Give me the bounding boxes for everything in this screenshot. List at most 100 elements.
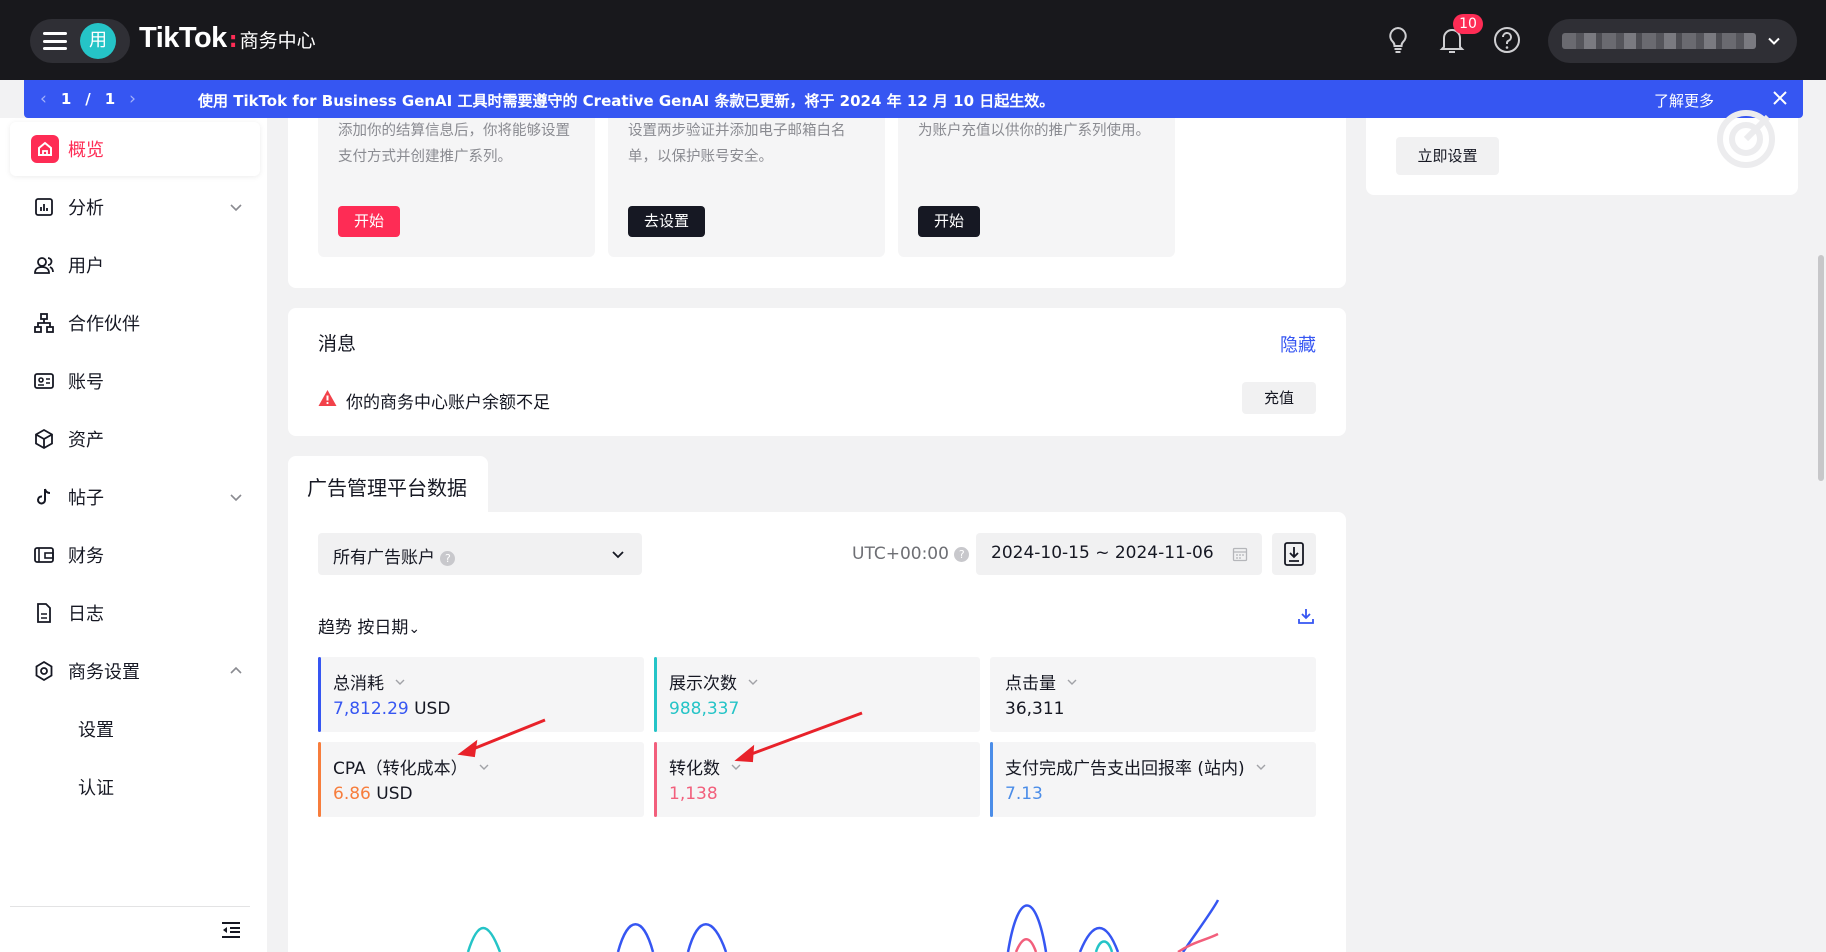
cube-icon: [35, 428, 53, 450]
sidebar-item-partners[interactable]: 合作伙伴: [10, 296, 260, 350]
date-range-picker[interactable]: 2024-10-15 ~ 2024-11-06: [976, 533, 1262, 575]
setup-item-topup: 为账户充值以供你的推广系列使用。 开始: [898, 118, 1175, 257]
sidebar-item-label: 合作伙伴: [68, 314, 140, 335]
setup-description: 添加你的结算信息后，你将能够设置支付方式并创建推广系列。: [338, 123, 570, 165]
export-icon: [1284, 542, 1304, 566]
metric-name-text: 展示次数: [669, 674, 737, 694]
banner-next-button[interactable]: ›: [129, 89, 136, 109]
metric-clicks[interactable]: 点击量 36,311: [990, 657, 1316, 732]
metric-roas[interactable]: 支付完成广告支出回报率 (站内) 7.13: [990, 742, 1316, 817]
collapse-sidebar-icon[interactable]: [219, 918, 243, 942]
notification-badge: 10: [1453, 14, 1483, 34]
brand-logo[interactable]: TikTok : 商务中心: [139, 22, 316, 55]
chevron-up-icon: [230, 666, 242, 674]
sidebar-subitem-label: 设置: [78, 720, 114, 741]
sidebar-subitem-settings[interactable]: 设置: [10, 702, 260, 756]
brand-name: TikTok: [139, 22, 227, 54]
banner-message: 使用 TikTok for Business GenAI 工具时需要遵守的 Cr…: [198, 92, 1055, 110]
metric-conversions[interactable]: 转化数 1,138: [654, 742, 980, 817]
partners-icon: [34, 313, 54, 333]
chart-series-spend-3: [1181, 899, 1220, 952]
setup-now-button[interactable]: 立即设置: [1396, 137, 1499, 175]
document-icon: [37, 603, 51, 623]
metric-name: 转化数: [669, 754, 742, 779]
sidebar-item-users[interactable]: 用户: [10, 238, 260, 292]
scrollbar-thumb[interactable]: [1818, 255, 1824, 481]
sidebar-item-label: 帖子: [68, 488, 104, 509]
metric-number: 988,337: [669, 699, 740, 719]
metric-color-bar: [654, 657, 657, 732]
chevron-down-icon[interactable]: [394, 676, 406, 688]
setup-card: 添加你的结算信息后，你将能够设置支付方式并创建推广系列。 开始 设置两步验证并添…: [288, 118, 1346, 288]
chart-series-conversions: [1014, 938, 1038, 952]
avatar[interactable]: 用: [80, 23, 116, 59]
chart-series-conversions-2: [1177, 932, 1219, 952]
go-setup-button[interactable]: 去设置: [628, 206, 706, 237]
low-balance-warning: 你的商务中心账户余额不足: [346, 393, 550, 413]
setup-item-billing: 添加你的结算信息后，你将能够设置支付方式并创建推广系列。 开始: [318, 118, 595, 257]
sidebar-item-overview[interactable]: 概览: [10, 122, 260, 176]
account-switcher[interactable]: [1548, 19, 1797, 63]
banner-pager: ‹ 1 / 1 ›: [40, 89, 136, 109]
help-icon[interactable]: [1490, 23, 1524, 57]
lightbulb-icon[interactable]: [1381, 23, 1415, 57]
top-bar: 用 TikTok : 商务中心 10: [0, 0, 1826, 80]
calendar-icon: [1232, 547, 1248, 562]
metric-name-text: CPA（转化成本）: [333, 759, 468, 779]
tiktok-icon: [37, 488, 51, 505]
metric-number: 7.13: [1005, 784, 1043, 804]
chevron-down-icon: [230, 494, 242, 502]
metric-color-bar: [318, 742, 321, 817]
sidebar-item-assets[interactable]: 资产: [10, 412, 260, 466]
ad-account-select[interactable]: 所有广告账户 ?: [318, 533, 642, 575]
metric-total-spend[interactable]: 总消耗 7,812.29 USD: [318, 657, 644, 732]
start-billing-button[interactable]: 开始: [338, 206, 401, 237]
metric-value: 7,812.29 USD: [333, 699, 450, 719]
hide-messages-link[interactable]: 隐藏: [1280, 331, 1316, 357]
chevron-down-icon[interactable]: [1255, 761, 1267, 773]
scrollbar-track[interactable]: [1816, 118, 1826, 952]
warning-icon: [318, 390, 337, 406]
home-icon: [31, 135, 59, 163]
start-topup-button[interactable]: 开始: [918, 206, 981, 237]
announcement-banner: ‹ 1 / 1 › 使用 TikTok for Business GenAI 工…: [24, 80, 1803, 118]
trend-label: 趋势 按日期: [318, 618, 409, 638]
metric-cpa[interactable]: CPA（转化成本） 6.86 USD: [318, 742, 644, 817]
sidebar-item-label: 分析: [68, 198, 104, 219]
download-icon[interactable]: [1296, 606, 1316, 626]
chevron-down-icon[interactable]: [730, 761, 742, 773]
metric-number: 6.86: [333, 784, 371, 804]
sidebar-item-finance[interactable]: 财务: [10, 528, 260, 582]
sidebar-item-label: 用户: [68, 256, 104, 277]
menu-pill[interactable]: 用: [30, 19, 130, 63]
sidebar-subitem-label: 认证: [78, 778, 114, 799]
date-range-value: 2024-10-15 ~ 2024-11-06: [991, 543, 1214, 563]
metric-unit: USD: [376, 784, 413, 804]
chevron-down-icon[interactable]: [478, 761, 490, 773]
sidebar-item-accounts[interactable]: 账号: [10, 354, 260, 408]
sidebar-item-business-settings[interactable]: 商务设置: [10, 644, 260, 698]
learn-more-link[interactable]: 了解更多: [1654, 90, 1714, 111]
chevron-down-icon: [612, 551, 624, 559]
sidebar-item-posts[interactable]: 帖子: [10, 470, 260, 524]
metric-name-text: 转化数: [669, 759, 720, 779]
sidebar-item-analytics[interactable]: 分析: [10, 180, 260, 234]
help-icon[interactable]: ?: [440, 551, 456, 566]
topup-button[interactable]: 充值: [1242, 382, 1316, 414]
sidebar-item-logs[interactable]: 日志: [10, 586, 260, 640]
metric-name-text: 总消耗: [333, 674, 384, 694]
trend-by-date-dropdown[interactable]: 趋势 按日期⌄: [318, 613, 420, 638]
metric-impressions[interactable]: 展示次数 988,337: [654, 657, 980, 732]
account-name-redacted: [1562, 33, 1756, 49]
metric-name: 支付完成广告支出回报率 (站内): [1005, 754, 1267, 779]
hamburger-icon[interactable]: [43, 32, 67, 50]
metric-value: 7.13: [1005, 784, 1043, 804]
chart-series-spend: [616, 923, 728, 952]
banner-prev-button[interactable]: ‹: [40, 89, 47, 109]
chevron-down-icon[interactable]: [747, 676, 759, 688]
id-card-icon: [34, 373, 54, 389]
chevron-down-icon[interactable]: [1066, 676, 1078, 688]
sidebar-subitem-verification[interactable]: 认证: [10, 760, 260, 814]
help-icon[interactable]: ?: [954, 547, 970, 562]
export-button[interactable]: [1272, 533, 1316, 575]
